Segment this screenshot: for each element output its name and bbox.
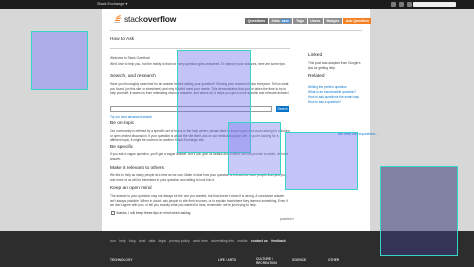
nav-jobs[interactable]: Jobs NEW — [268, 18, 293, 24]
proceed-link[interactable]: proceed » — [280, 217, 294, 221]
header-divider — [110, 30, 362, 31]
section-body-open-mind: The answer to your question may not alwa… — [110, 194, 288, 208]
top-bar: Stack Exchange ▾ — [0, 0, 474, 9]
footer-link[interactable]: tour — [110, 239, 116, 243]
site-logo[interactable]: stackoverflow — [114, 14, 176, 24]
footer-heading: LIFE / ARTS — [218, 258, 237, 262]
footer-heading: TECHNOLOGY — [110, 258, 133, 262]
section-title-relevant: Make it relevant to others — [110, 166, 164, 171]
page-title: How to Ask — [110, 37, 134, 42]
sidebar-linked-title: Linked — [308, 53, 323, 58]
related-link[interactable]: How to ask a question? — [308, 100, 341, 104]
section-title-search: Search, and research — [110, 74, 156, 79]
main-nav: Questions Jobs NEW Tags Users Badges Ask … — [245, 18, 372, 24]
title-divider — [110, 48, 290, 49]
site-switcher[interactable]: Stack Exchange ▾ — [97, 1, 127, 8]
footer-heading: SCIENCE — [292, 258, 307, 262]
inbox-icon[interactable] — [391, 2, 396, 7]
footer-link[interactable]: data — [149, 239, 156, 243]
logo-text: stackoverflow — [124, 14, 177, 24]
search-button[interactable]: Search — [276, 106, 289, 112]
related-link[interactable]: What is an inaccessible question? — [308, 90, 356, 94]
nav-users[interactable]: Users — [307, 18, 323, 24]
footer-link[interactable]: blog — [129, 239, 135, 243]
nav-tags[interactable]: Tags — [293, 18, 307, 24]
tips-checkbox-label: thanks, I will keep these tips in mind w… — [116, 211, 191, 215]
nav-questions[interactable]: Questions — [245, 18, 268, 24]
related-link[interactable]: How to ask questions the smart way — [308, 95, 359, 99]
footer-heading: OTHER — [328, 258, 340, 262]
footer-link[interactable]: work here — [193, 239, 208, 243]
highlight-region-4 — [285, 132, 358, 190]
stack-logo-icon — [114, 14, 122, 24]
footer-link[interactable]: chat — [139, 239, 145, 243]
related-link[interactable]: Writing the perfect question — [308, 85, 347, 89]
section-title-open-mind: Keep an open mind — [110, 186, 152, 191]
help-icon[interactable] — [407, 2, 412, 7]
sidebar-linked-text: This post was adapted from Google's tips… — [308, 61, 361, 70]
tips-checkbox[interactable] — [111, 211, 115, 215]
footer-link[interactable]: privacy policy — [169, 239, 189, 243]
footer-link[interactable]: help — [119, 239, 125, 243]
footer-links: tour help blog chat data legal privacy p… — [110, 239, 286, 243]
footer-link[interactable]: advertising info — [211, 239, 234, 243]
highlight-region-3 — [228, 122, 281, 175]
highlight-region-5 — [380, 166, 458, 256]
tips-checkbox-row: thanks, I will keep these tips in mind w… — [111, 211, 190, 215]
footer-link[interactable]: legal — [159, 239, 166, 243]
section-title-topic: Be on-topic — [110, 121, 135, 126]
achievements-icon[interactable] — [399, 2, 404, 7]
new-badge: NEW — [280, 19, 290, 23]
footer-link[interactable]: mobile — [237, 239, 247, 243]
nav-badges[interactable]: Badges — [323, 18, 343, 24]
ask-question-button[interactable]: Ask Question — [343, 18, 372, 24]
sidebar-related-title: Related — [308, 74, 325, 79]
search-input[interactable] — [413, 2, 456, 7]
footer-heading: CULTURE / RECREATION — [256, 257, 277, 265]
section-title-specific: Be specific — [110, 145, 134, 150]
footer-link[interactable]: contact us — [251, 239, 268, 243]
advanced-search-link[interactable]: Try our next advanced search — [110, 115, 152, 119]
highlight-region-1 — [31, 31, 88, 90]
footer-link[interactable]: feedback — [271, 239, 286, 243]
